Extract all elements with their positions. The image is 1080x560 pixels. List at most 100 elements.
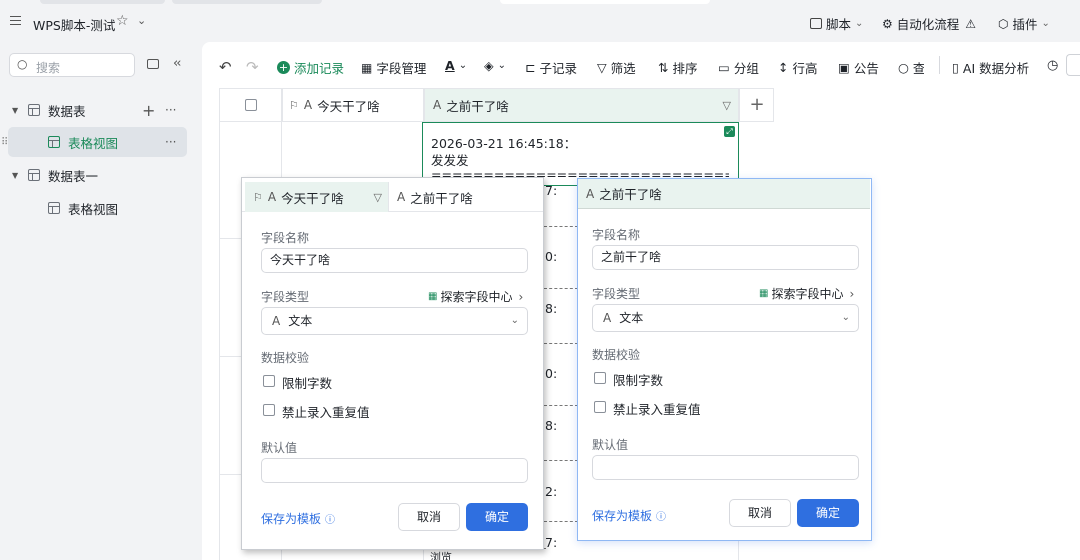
redo-icon[interactable]: ↷ (246, 58, 259, 76)
search-label: 查 (912, 61, 924, 76)
field-name-input[interactable]: 之前干了啥 (592, 245, 859, 270)
field-manage-button[interactable]: ▦ 字段管理 (361, 58, 426, 77)
add-record-button[interactable]: + 添加记录 (277, 58, 344, 77)
default-value-input[interactable] (592, 455, 859, 480)
caret-down-icon: ▼ (12, 170, 19, 180)
chevron-down-icon[interactable]: ⌄ (137, 14, 146, 27)
limit-chars-checkbox[interactable] (594, 372, 606, 384)
history-icon[interactable]: ◷ (1047, 58, 1058, 73)
sort-label: 排序 (672, 61, 698, 76)
cell-fragment: 0: (545, 249, 558, 264)
script-menu[interactable]: 脚本 ⌄ (810, 14, 863, 33)
sub-record-icon: ⊏ (525, 60, 536, 75)
select-all-checkbox[interactable] (245, 99, 257, 111)
layout-icon[interactable] (147, 59, 159, 69)
dialog-header: A 之前干了啥 (578, 179, 870, 209)
filter-button[interactable]: ▽ 筛选 (597, 58, 636, 77)
field-type-select[interactable]: A 文本 ⌄ (261, 307, 528, 335)
ai-icon: ▯ (952, 60, 959, 75)
sidebar-item-table[interactable]: ▼ 数据表 + ··· (0, 95, 200, 125)
grid-view-icon (48, 202, 60, 214)
text-type-icon: A (397, 190, 406, 204)
confirm-button[interactable]: 确定 (466, 503, 528, 531)
menu-icon[interactable] (10, 16, 21, 25)
text-color-button[interactable]: A ⌄ (445, 58, 467, 73)
default-value-label: 默认值 (592, 438, 629, 452)
expand-icon[interactable]: ⤢ (724, 126, 735, 137)
confirm-button[interactable]: 确定 (797, 499, 859, 527)
more-icon[interactable]: ··· (165, 135, 176, 149)
sort-button[interactable]: ⇅ 排序 (658, 58, 698, 77)
limit-chars-checkbox[interactable] (263, 375, 275, 387)
info-icon: ⓘ (325, 515, 336, 526)
sidebar-item-label: 表格视图 (68, 135, 119, 151)
flag-icon: ⚐ (289, 98, 299, 112)
apps-icon: ▦ (428, 291, 438, 302)
field-name-label: 字段名称 (592, 228, 641, 242)
browser-tab-active[interactable] (500, 0, 710, 4)
search-icon: ○ (17, 57, 28, 71)
validation-label: 数据校验 (261, 351, 310, 365)
add-icon[interactable]: + (142, 101, 155, 120)
document-title[interactable]: WPS脚本-测试 (33, 15, 115, 34)
filter-icon[interactable]: ▽ (723, 99, 731, 112)
tab-label: 今天干了啥 (281, 190, 344, 206)
group-label: 分组 (733, 61, 759, 76)
explore-field-center-link[interactable]: ▦ 探索字段中心 › (759, 285, 854, 302)
side-panel-toggle[interactable] (1066, 54, 1080, 76)
ai-analysis-label: AI 数据分析 (962, 61, 1030, 76)
search-button[interactable]: ○ 查 (898, 58, 924, 77)
notice-button[interactable]: ▣ 公告 (838, 58, 879, 77)
field-name-input[interactable]: 今天干了啥 (261, 248, 528, 273)
row-height-button[interactable]: ↕ 行高 (778, 58, 818, 77)
add-column-button[interactable]: + (739, 89, 774, 121)
save-as-template-link[interactable]: 保存为模板 ⓘ (592, 507, 666, 524)
separator-fragment (544, 288, 578, 289)
filter-icon[interactable]: ▽ (374, 191, 382, 204)
fill-color-button[interactable]: ◈ ⌄ (484, 58, 506, 73)
chevron-down-icon: ⌄ (458, 60, 468, 71)
field-type-select[interactable]: A 文本 ⌄ (592, 304, 859, 332)
grid-view-icon (48, 136, 60, 148)
column-header-before[interactable]: A 之前干了啥 ▽ (424, 89, 739, 121)
paint-bucket-icon: ◈ (484, 58, 494, 73)
save-as-template-link[interactable]: 保存为模板 ⓘ (261, 510, 335, 527)
star-icon[interactable]: ☆ (116, 13, 129, 29)
default-value-input[interactable] (261, 458, 528, 483)
sidebar-item-table[interactable]: ▼ 数据表一 (0, 160, 200, 190)
dialog-tab-today[interactable]: ⚐ A 今天干了啥 ▽ (245, 182, 388, 212)
sidebar-item-label: 表格视图 (68, 201, 119, 217)
ai-analysis-button[interactable]: ▯ AI 数据分析 (952, 58, 1029, 77)
plugins-menu[interactable]: ⬡ 插件 ⌄ (998, 14, 1050, 33)
save-template-label: 保存为模板 (592, 509, 653, 523)
sub-record-button[interactable]: ⊏ 子记录 (525, 58, 577, 77)
no-duplicate-checkbox[interactable] (263, 404, 275, 416)
browser-tab[interactable] (172, 0, 322, 4)
flag-icon: ⚐ (253, 190, 263, 204)
select-all-cell[interactable] (220, 89, 282, 121)
explore-field-center-link[interactable]: ▦ 探索字段中心 › (428, 288, 523, 305)
sidebar-item-view-active[interactable]: 表格视图 ··· (8, 127, 187, 157)
group-button[interactable]: ▭ 分组 (718, 58, 759, 77)
table-icon (28, 104, 40, 116)
field-name-label: 字段名称 (261, 231, 310, 245)
row-height-label: 行高 (792, 61, 818, 76)
more-icon[interactable]: ··· (165, 103, 176, 117)
chevron-right-icon: › (518, 289, 524, 304)
no-duplicate-checkbox[interactable] (594, 401, 606, 413)
plugins-label: 插件 (1012, 17, 1038, 32)
text-type-icon: A (433, 98, 442, 112)
automation-menu[interactable]: ⚙ 自动化流程 ⚠ (882, 14, 976, 33)
drag-handle-icon[interactable]: ⠿ (1, 137, 8, 148)
cancel-button[interactable]: 取消 (398, 503, 460, 531)
sidebar-item-view[interactable]: 表格视图 (0, 193, 200, 223)
collapse-sidebar-icon[interactable]: ‹‹ (173, 56, 182, 71)
field-type-label: 字段类型 (261, 290, 310, 304)
cancel-button[interactable]: 取消 (729, 499, 791, 527)
dialog-tab-before[interactable]: A 之前干了啥 (388, 182, 543, 212)
column-header-today[interactable]: ⚐ A 今天干了啥 (282, 89, 424, 121)
browser-tab[interactable] (40, 0, 165, 4)
search-input[interactable]: ○ 搜索 (9, 53, 135, 77)
save-template-label: 保存为模板 (261, 512, 322, 526)
undo-icon[interactable]: ↶ (219, 58, 232, 76)
